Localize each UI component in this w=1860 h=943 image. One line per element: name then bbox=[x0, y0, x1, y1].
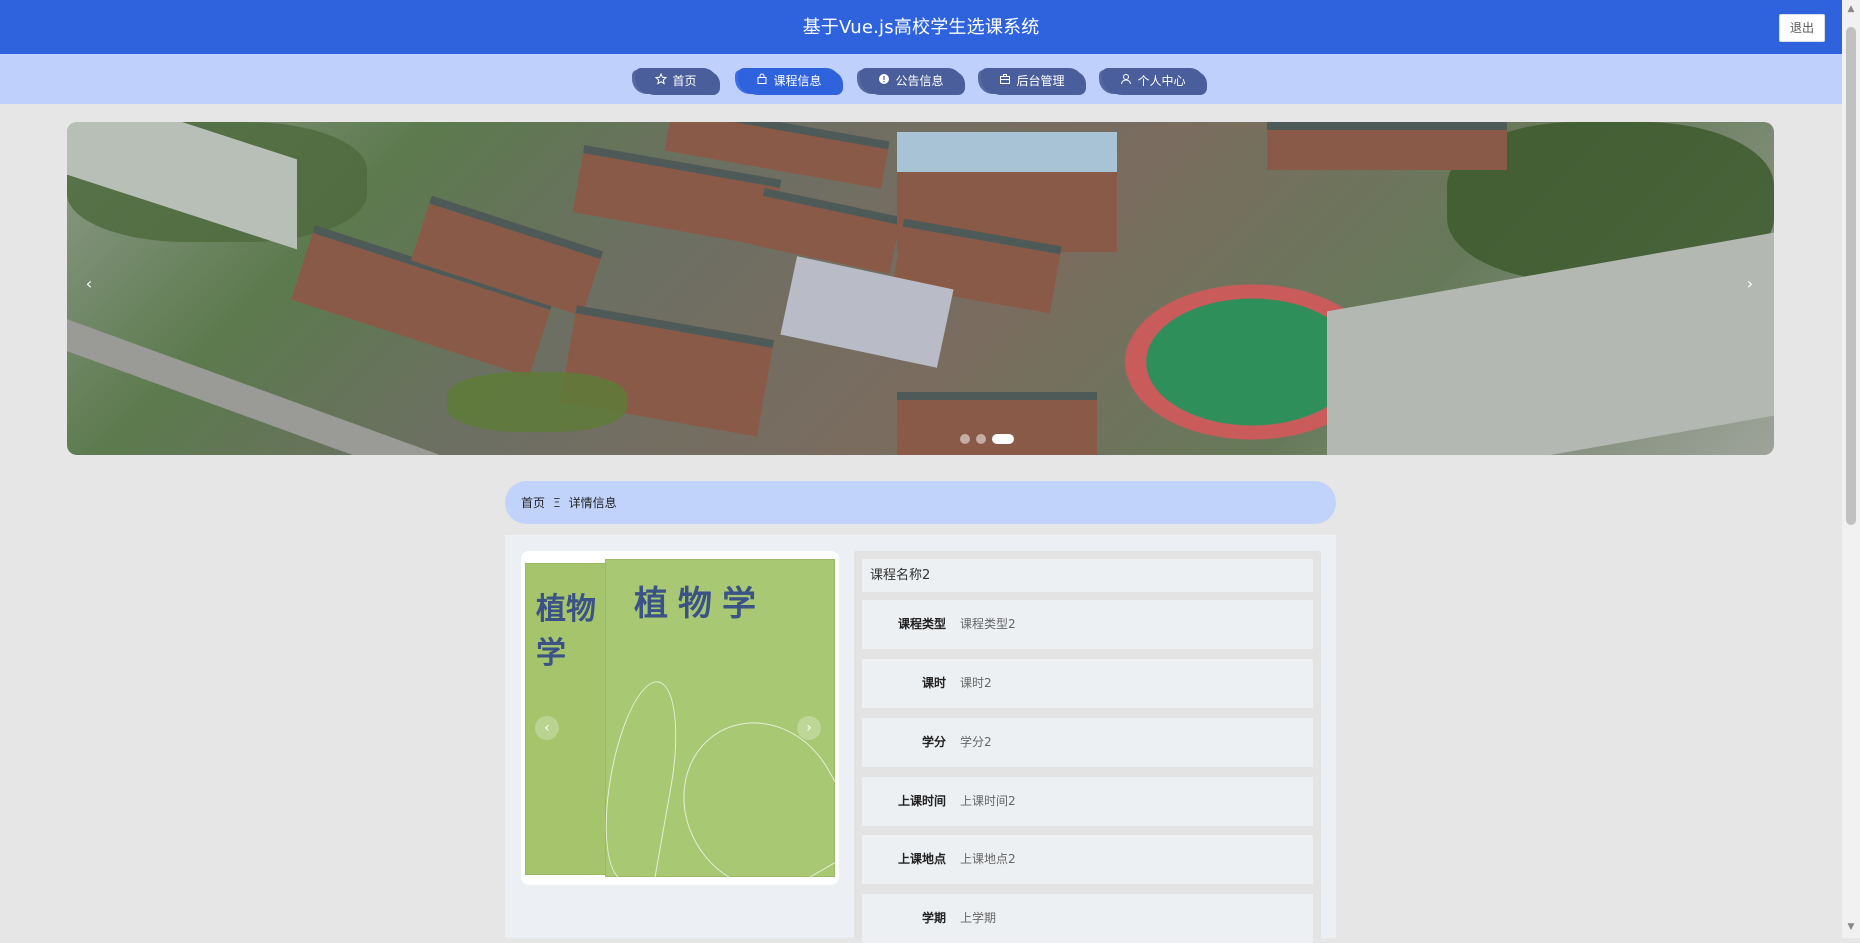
field-row: 课程类型 课程类型2 bbox=[862, 600, 1313, 649]
field-row: 学分 学分2 bbox=[862, 718, 1313, 767]
field-value: 课时2 bbox=[960, 676, 992, 690]
field-value: 上课地点2 bbox=[960, 852, 1016, 866]
breadcrumb: 首页 Ξ 详情信息 bbox=[505, 481, 1336, 524]
star-icon bbox=[655, 68, 668, 94]
course-image-carousel: 植物学 植物学 ‹ › bbox=[521, 551, 839, 885]
field-row: 课时 课时2 bbox=[862, 659, 1313, 708]
field-row: 学期 上学期 bbox=[862, 894, 1313, 943]
banner-indicators bbox=[960, 434, 1014, 444]
banner-next-arrow[interactable]: › bbox=[1740, 274, 1760, 294]
field-label: 上课时间 bbox=[897, 794, 946, 808]
book-cover-title: 植物学 bbox=[634, 584, 766, 624]
top-header: 基于Vue.js高校学生选课系统 退出 bbox=[0, 0, 1842, 55]
nav-item-courses[interactable]: 课程信息 bbox=[738, 68, 840, 94]
scrollbar-thumb[interactable] bbox=[1846, 27, 1856, 525]
nav-item-label: 后台管理 bbox=[1016, 74, 1065, 88]
course-name: 课程名称2 bbox=[862, 559, 1313, 592]
banner-dot-active[interactable] bbox=[992, 434, 1014, 444]
field-label: 课时 bbox=[921, 676, 946, 690]
campus-banner-carousel: ‹ › bbox=[67, 122, 1774, 455]
nav-item-label: 个人中心 bbox=[1137, 74, 1186, 88]
book-cover-title: 植物学 bbox=[536, 592, 596, 671]
field-value: 上课时间2 bbox=[960, 794, 1016, 808]
banner-dot[interactable] bbox=[960, 434, 970, 444]
field-value: 课程类型2 bbox=[960, 617, 1016, 631]
field-label: 学期 bbox=[921, 911, 946, 925]
logout-button[interactable]: 退出 bbox=[1779, 14, 1825, 42]
breadcrumb-separator-icon: Ξ bbox=[553, 495, 561, 510]
course-info-box: 课程名称2 课程类型 课程类型2 课时 课时2 学分 学分2 上课时间 上课时间… bbox=[854, 551, 1321, 943]
app-title: 基于Vue.js高校学生选课系统 bbox=[802, 17, 1040, 38]
field-value: 学分2 bbox=[960, 735, 992, 749]
page-scrollbar[interactable]: ▲ ▼ bbox=[1842, 0, 1860, 938]
nav-item-notices[interactable]: 公告信息 bbox=[860, 68, 962, 94]
field-value: 上学期 bbox=[960, 911, 997, 925]
nav-item-profile[interactable]: 个人中心 bbox=[1102, 68, 1204, 94]
image-prev-arrow[interactable]: ‹ bbox=[535, 716, 559, 740]
field-label: 课程类型 bbox=[897, 617, 946, 631]
nav-item-home[interactable]: 首页 bbox=[635, 68, 717, 94]
field-row: 上课地点 上课地点2 bbox=[862, 835, 1313, 884]
field-label: 上课地点 bbox=[897, 852, 946, 866]
nav-item-admin[interactable]: 后台管理 bbox=[981, 68, 1083, 94]
image-next-arrow[interactable]: › bbox=[797, 716, 821, 740]
course-detail-panel: 植物学 植物学 ‹ › 课程名称2 课程类型 课程类型2 课时 课时2 学分 学… bbox=[505, 535, 1336, 943]
breadcrumb-home[interactable]: 首页 bbox=[521, 494, 545, 511]
nav-item-label: 公告信息 bbox=[895, 74, 944, 88]
breadcrumb-current: 详情信息 bbox=[568, 496, 617, 510]
nav-item-label: 首页 bbox=[672, 74, 697, 88]
nav-item-label: 课程信息 bbox=[773, 74, 822, 88]
briefcase-icon bbox=[999, 68, 1011, 94]
scroll-down-icon[interactable]: ▼ bbox=[1846, 922, 1856, 932]
banner-prev-arrow[interactable]: ‹ bbox=[79, 274, 99, 294]
main-nav: 首页 课程信息 公告信息 后台管理 个人中心 bbox=[0, 54, 1842, 104]
banner-dot[interactable] bbox=[976, 434, 986, 444]
info-circle-icon bbox=[878, 68, 890, 94]
field-row: 上课时间 上课时间2 bbox=[862, 777, 1313, 826]
bag-icon bbox=[756, 68, 768, 94]
field-label: 学分 bbox=[921, 735, 946, 749]
user-icon bbox=[1120, 68, 1132, 94]
scroll-up-icon[interactable]: ▲ bbox=[1846, 4, 1856, 14]
